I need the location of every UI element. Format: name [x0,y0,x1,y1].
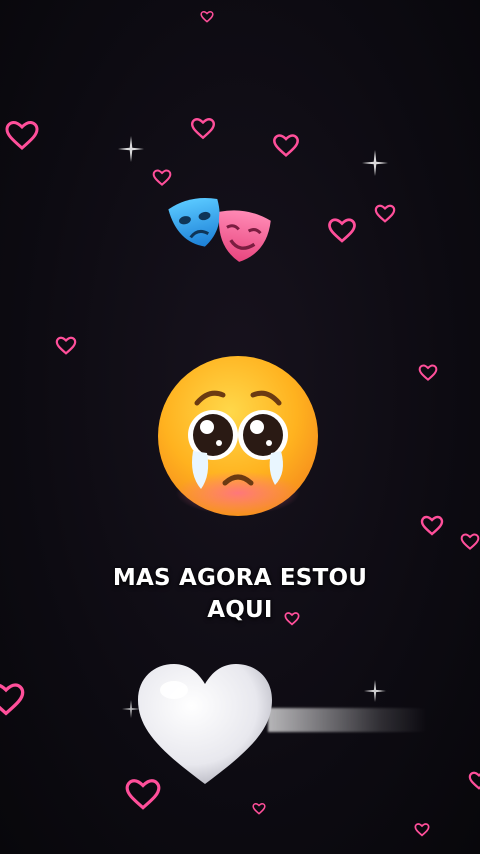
pink-heart-outline-icon [0,683,25,716]
pink-heart-outline-icon [200,10,214,23]
performing-arts-icon [168,198,271,262]
pink-heart-outline-icon [252,802,266,815]
motion-trail [268,708,428,732]
pink-heart-outline-icon [328,218,356,243]
pink-heart-outline-icon [468,771,480,790]
sparkle-icon [364,680,386,702]
pink-heart-outline-icon [55,336,77,355]
sparkle-icon [118,136,144,162]
pink-heart-outline-icon [273,134,299,158]
white-heart-icon [138,664,272,784]
pink-heart-outline-icon [374,204,396,223]
pink-heart-outline-icon [420,515,444,536]
pink-heart-outline-icon [152,169,172,186]
pink-heart-outline-icon [5,120,39,150]
pink-heart-outline-icon [414,823,430,837]
sparkle-icon [362,150,388,176]
pink-heart-outline-icon [418,364,438,381]
pink-heart-outline-icon [190,118,216,140]
pink-heart-outline-icon [460,533,480,550]
caption-line-1: MAS AGORA ESTOU [112,565,368,591]
caption-line-2: AQUI [207,597,273,623]
lyric-caption: MAS AGORA ESTOU AQUI [0,562,480,626]
video-frame: MAS AGORA ESTOU AQUI [0,0,480,854]
crying-face-icon [158,356,318,516]
